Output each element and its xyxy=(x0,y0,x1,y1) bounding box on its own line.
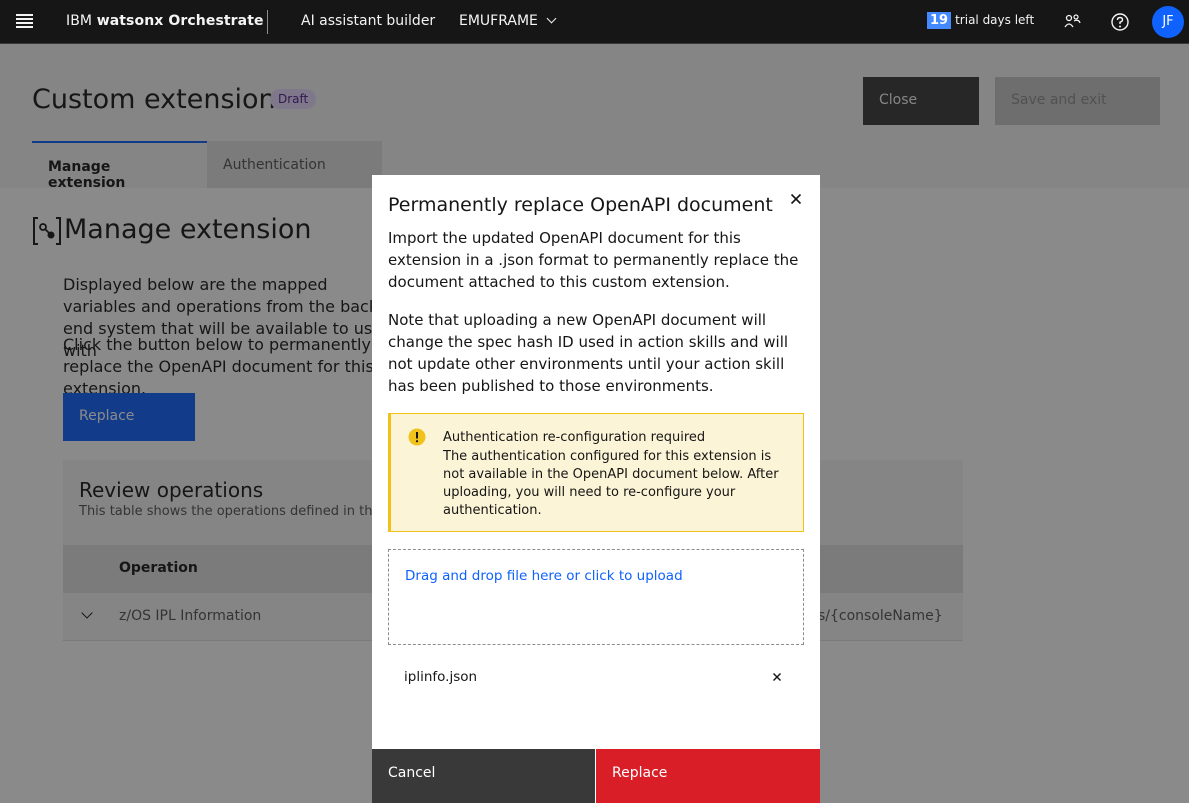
top-header: IBM watsonx Orchestrate AI assistant bui… xyxy=(0,0,1189,44)
remove-file-icon[interactable] xyxy=(768,668,786,686)
brand-prefix: IBM xyxy=(66,13,93,29)
uploaded-file-item: iplinfo.json xyxy=(388,661,804,693)
close-icon[interactable] xyxy=(784,187,808,211)
users-icon[interactable] xyxy=(1063,12,1083,32)
replace-openapi-modal: Permanently replace OpenAPI document Imp… xyxy=(372,175,820,803)
hamburger-menu-icon[interactable] xyxy=(16,14,33,28)
warning-body: The authentication configured for this e… xyxy=(443,449,779,518)
avatar[interactable]: JF xyxy=(1152,6,1184,38)
nav-ai-assistant-builder[interactable]: AI assistant builder xyxy=(301,13,435,29)
warning-notification: Authentication re-configuration required… xyxy=(388,413,804,532)
warning-title: Authentication re-configuration required xyxy=(443,430,706,445)
cancel-button[interactable]: Cancel xyxy=(372,749,595,803)
confirm-replace-button[interactable]: Replace xyxy=(596,749,820,803)
trial-label: trial days left xyxy=(955,13,1035,27)
trial-days-count: 19 xyxy=(927,12,952,29)
modal-description: Import the updated OpenAPI document for … xyxy=(388,229,799,291)
modal-title: Permanently replace OpenAPI document xyxy=(388,194,773,216)
trial-indicator: 19 trial days left xyxy=(927,12,1034,29)
upload-link[interactable]: Drag and drop file here or click to uplo… xyxy=(405,568,683,584)
file-dropzone[interactable]: Drag and drop file here or click to uplo… xyxy=(388,549,804,645)
instance-switcher[interactable]: EMUFRAME xyxy=(459,13,557,29)
instance-name: EMUFRAME xyxy=(459,13,538,29)
header-divider xyxy=(267,10,268,34)
chevron-down-icon xyxy=(546,13,557,24)
warning-icon xyxy=(408,428,426,446)
file-name: iplinfo.json xyxy=(404,669,478,685)
brand-product: watsonx Orchestrate xyxy=(96,13,264,29)
brand-name[interactable]: IBM watsonx Orchestrate xyxy=(66,13,264,29)
modal-note: Note that uploading a new OpenAPI docume… xyxy=(388,311,789,395)
help-icon[interactable] xyxy=(1110,12,1130,32)
